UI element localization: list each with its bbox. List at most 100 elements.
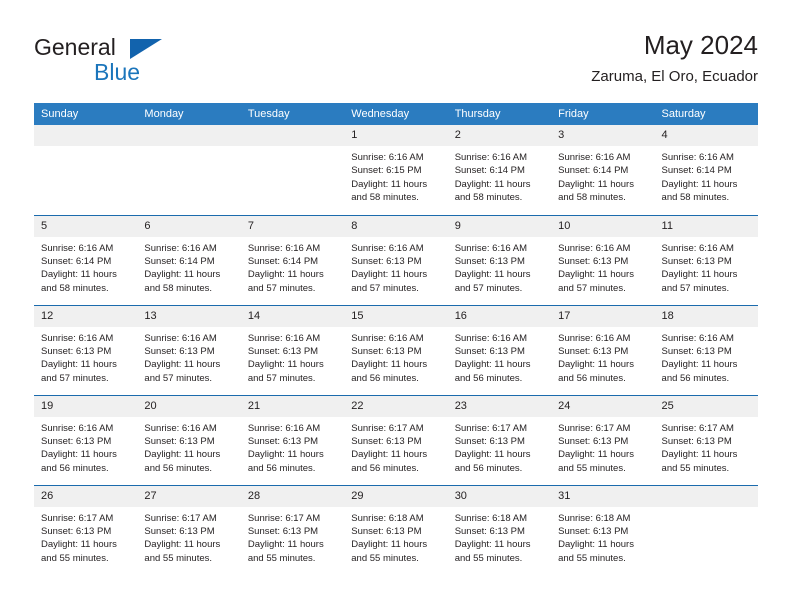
sunrise-text: Sunrise: 6:17 AM	[351, 422, 424, 434]
day-cell-empty	[240, 125, 345, 215]
daylight-text-line2: and 56 minutes.	[351, 462, 419, 474]
day-number: 22	[344, 395, 448, 417]
sunset-text: Sunset: 6:15 PM	[351, 165, 422, 177]
sunset-text: Sunset: 6:13 PM	[454, 525, 525, 537]
sunrise-text: Sunrise: 6:17 AM	[661, 422, 734, 434]
daylight-text-line2: and 57 minutes.	[454, 282, 523, 294]
daylight-text-line2: and 58 minutes.	[144, 282, 213, 294]
day-cell[interactable]: 29 Sunrise: 6:18 AM Sunset: 6:13 PM Dayligh…	[344, 484, 448, 575]
day-cell[interactable]: 21 Sunrise: 6:16 AM Sunset: 6:13 PM Dayligh…	[240, 394, 345, 485]
day-cell[interactable]: 15 Sunrise: 6:16 AM Sunset: 6:13 PM Dayligh…	[344, 304, 448, 395]
day-cell[interactable]: 8 Sunrise: 6:16 AM Sunset: 6:13 PM Daylight…	[344, 214, 448, 305]
day-cell[interactable]: 20 Sunrise: 6:16 AM Sunset: 6:13 PM Dayligh…	[137, 394, 241, 485]
day-cell[interactable]: 26 Sunrise: 6:17 AM Sunset: 6:13 PM Dayligh…	[34, 484, 138, 575]
daylight-text-line2: and 57 minutes.	[247, 372, 316, 384]
sunset-text: Sunset: 6:13 PM	[247, 435, 319, 447]
daylight-text-line1: Daylight: 11 hours	[144, 359, 221, 371]
day-cell[interactable]: 7 Sunrise: 6:16 AM Sunset: 6:14 PM Daylight…	[240, 214, 345, 305]
day-cell-empty	[34, 125, 138, 215]
daylight-text-line1: Daylight: 11 hours	[351, 178, 428, 190]
weekday-header-saturday: Saturday	[654, 103, 758, 125]
day-cell[interactable]: 11 Sunrise: 6:16 AM Sunset: 6:13 PM Dayligh…	[654, 214, 758, 305]
sunrise-text: Sunrise: 6:18 AM	[454, 512, 528, 524]
sunrise-text: Sunrise: 6:16 AM	[661, 332, 734, 344]
day-cell[interactable]: 5 Sunrise: 6:16 AM Sunset: 6:14 PM Daylight…	[34, 214, 138, 305]
sunrise-text: Sunrise: 6:18 AM	[351, 512, 424, 524]
sunset-text: Sunset: 6:13 PM	[351, 525, 422, 537]
day-cell[interactable]: 22 Sunrise: 6:17 AM Sunset: 6:13 PM Dayligh…	[344, 394, 448, 485]
day-cell[interactable]: 30 Sunrise: 6:18 AM Sunset: 6:13 PM Dayligh…	[447, 484, 552, 575]
daylight-text-line1: Daylight: 11 hours	[144, 269, 221, 281]
day-cell[interactable]: 6 Sunrise: 6:16 AM Sunset: 6:14 PM Daylight…	[137, 214, 241, 305]
day-number: 7	[240, 215, 345, 237]
sunrise-text: Sunrise: 6:16 AM	[661, 242, 734, 254]
day-details: Sunrise: 6:16 AM Sunset: 6:13 PM Daylight:…	[137, 327, 240, 386]
sunset-text: Sunset: 6:13 PM	[454, 345, 525, 357]
daylight-text-line2: and 55 minutes.	[558, 462, 626, 474]
day-cell[interactable]: 3 Sunrise: 6:16 AM Sunset: 6:14 PM Daylight…	[551, 125, 655, 215]
day-number: 9	[447, 215, 552, 237]
day-cell[interactable]: 25 Sunrise: 6:17 AM Sunset: 6:13 PM Dayligh…	[654, 394, 758, 485]
day-cell[interactable]: 23 Sunrise: 6:17 AM Sunset: 6:13 PM Dayligh…	[447, 394, 552, 485]
daylight-text-line2: and 56 minutes.	[558, 372, 626, 384]
calendar-header-row: Sunday Monday Tuesday Wednesday Thursday…	[34, 103, 758, 125]
day-number: 11	[654, 215, 758, 237]
sunset-text: Sunset: 6:14 PM	[661, 165, 732, 177]
day-cell[interactable]: 1 Sunrise: 6:16 AM Sunset: 6:15 PM Daylight…	[344, 125, 448, 215]
day-number: 6	[137, 215, 241, 237]
daylight-text-line1: Daylight: 11 hours	[454, 269, 531, 281]
day-cell[interactable]: 13 Sunrise: 6:16 AM Sunset: 6:13 PM Dayligh…	[137, 304, 241, 395]
daylight-text-line1: Daylight: 11 hours	[558, 178, 634, 190]
day-cell[interactable]: 10 Sunrise: 6:16 AM Sunset: 6:13 PM Dayligh…	[551, 214, 655, 305]
daylight-text-line2: and 58 minutes.	[558, 192, 626, 204]
day-cell[interactable]: 9 Sunrise: 6:16 AM Sunset: 6:13 PM Daylight…	[447, 214, 552, 305]
daylight-text-line1: Daylight: 11 hours	[247, 539, 324, 551]
day-cell[interactable]: 14 Sunrise: 6:16 AM Sunset: 6:13 PM Dayligh…	[240, 304, 345, 395]
day-cell[interactable]: 27 Sunrise: 6:17 AM Sunset: 6:13 PM Dayligh…	[137, 484, 241, 575]
day-number	[34, 125, 138, 146]
daylight-text-line1: Daylight: 11 hours	[351, 359, 428, 371]
day-details: Sunrise: 6:16 AM Sunset: 6:13 PM Daylight:…	[551, 327, 654, 386]
daylight-text-line2: and 55 minutes.	[41, 552, 109, 564]
day-details: Sunrise: 6:17 AM Sunset: 6:13 PM Daylight:…	[241, 507, 344, 566]
sunrise-text: Sunrise: 6:17 AM	[144, 512, 217, 524]
weekday-header-wednesday: Wednesday	[344, 103, 448, 125]
daylight-text-line2: and 58 minutes.	[661, 192, 730, 204]
sunrise-text: Sunrise: 6:17 AM	[41, 512, 114, 524]
day-cell[interactable]: 31 Sunrise: 6:18 AM Sunset: 6:13 PM Dayligh…	[551, 484, 655, 575]
day-cell[interactable]: 2 Sunrise: 6:16 AM Sunset: 6:14 PM Daylight…	[447, 125, 552, 215]
daylight-text-line1: Daylight: 11 hours	[454, 539, 531, 551]
day-cell[interactable]: 19 Sunrise: 6:16 AM Sunset: 6:13 PM Dayligh…	[34, 394, 138, 485]
day-cell[interactable]: 28 Sunrise: 6:17 AM Sunset: 6:13 PM Dayligh…	[240, 484, 345, 575]
daylight-text-line2: and 56 minutes.	[247, 462, 316, 474]
brand-logo[interactable]: General Blue	[34, 34, 174, 90]
day-cell-empty	[654, 484, 758, 575]
day-number: 27	[137, 485, 241, 507]
daylight-text-line1: Daylight: 11 hours	[144, 449, 221, 461]
daylight-text-line2: and 57 minutes.	[247, 282, 316, 294]
day-cell[interactable]: 4 Sunrise: 6:16 AM Sunset: 6:14 PM Daylight…	[654, 125, 758, 215]
daylight-text-line2: and 55 minutes.	[558, 552, 626, 564]
day-number: 2	[447, 125, 552, 146]
day-number: 24	[551, 395, 655, 417]
daylight-text-line1: Daylight: 11 hours	[558, 359, 634, 371]
day-number: 1	[344, 125, 448, 146]
sunset-text: Sunset: 6:13 PM	[144, 345, 215, 357]
daylight-text-line1: Daylight: 11 hours	[351, 449, 428, 461]
daylight-text-line2: and 57 minutes.	[558, 282, 626, 294]
day-cell[interactable]: 24 Sunrise: 6:17 AM Sunset: 6:13 PM Dayligh…	[551, 394, 655, 485]
daylight-text-line1: Daylight: 11 hours	[661, 359, 738, 371]
day-details: Sunrise: 6:17 AM Sunset: 6:13 PM Daylight:…	[34, 507, 137, 566]
day-details: Sunrise: 6:18 AM Sunset: 6:13 PM Daylight:…	[448, 507, 551, 566]
day-cell[interactable]: 12 Sunrise: 6:16 AM Sunset: 6:13 PM Dayligh…	[34, 304, 138, 395]
daylight-text-line1: Daylight: 11 hours	[558, 269, 634, 281]
sunrise-text: Sunrise: 6:16 AM	[247, 422, 321, 434]
sunset-text: Sunset: 6:13 PM	[351, 435, 422, 447]
day-cell[interactable]: 18 Sunrise: 6:16 AM Sunset: 6:13 PM Dayligh…	[654, 304, 758, 395]
day-cell[interactable]: 17 Sunrise: 6:16 AM Sunset: 6:13 PM Dayligh…	[551, 304, 655, 395]
day-cell[interactable]: 16 Sunrise: 6:16 AM Sunset: 6:13 PM Dayligh…	[447, 304, 552, 395]
day-details: Sunrise: 6:16 AM Sunset: 6:13 PM Daylight:…	[344, 327, 447, 386]
day-number: 17	[551, 305, 655, 327]
sunset-text: Sunset: 6:14 PM	[41, 255, 112, 267]
daylight-text-line2: and 57 minutes.	[41, 372, 109, 384]
